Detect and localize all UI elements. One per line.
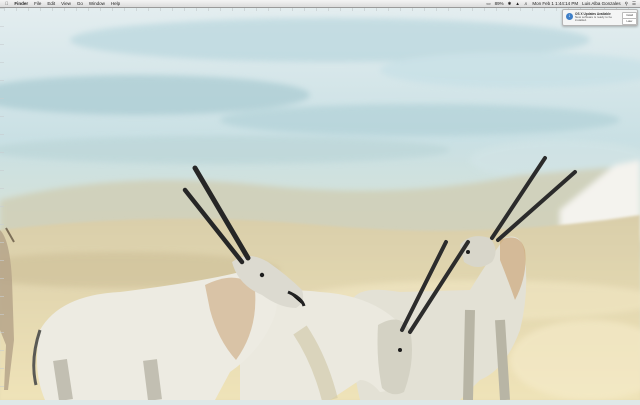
update-notification[interactable]: ↓ OS X Updates Available New software is… [562, 9, 638, 26]
later-button[interactable]: Later [622, 18, 637, 25]
desktop-wallpaper [0, 0, 640, 402]
menu-window[interactable]: Window [89, 1, 105, 6]
menu-file[interactable]: File [34, 1, 41, 6]
clock[interactable]: Mon Feb 1 1:44:14 PM [532, 1, 578, 6]
ruler-guide-top [4, 8, 640, 11]
software-update-icon: ↓ [566, 13, 573, 20]
battery-icon[interactable]: ▭ [486, 1, 490, 7]
notification-center-icon[interactable]: ☰ [632, 1, 636, 7]
apple-icon[interactable]:  [5, 1, 8, 6]
wifi-icon[interactable]: ▲ [515, 1, 519, 6]
bluetooth-icon[interactable]: ✱ [508, 1, 512, 7]
menu-app-name[interactable]: Finder [14, 1, 28, 6]
menu-edit[interactable]: Edit [47, 1, 55, 6]
menu-go[interactable]: Go [77, 1, 83, 6]
menu-help[interactable]: Help [111, 1, 120, 6]
menu-view[interactable]: View [61, 1, 71, 6]
menu-bar:  Finder File Edit View Go Window Help ▭… [0, 0, 640, 8]
battery-percent: 89% [494, 1, 504, 6]
user-name[interactable]: Luis Alba Gonzales [582, 1, 621, 6]
ruler-guide-left [0, 8, 4, 400]
volume-icon[interactable]: ♬ [524, 1, 529, 6]
notification-body: New software is ready to be installed. [575, 15, 613, 23]
oryx-painting [0, 0, 640, 402]
spotlight-search-icon[interactable]: ⚲ [625, 1, 628, 7]
